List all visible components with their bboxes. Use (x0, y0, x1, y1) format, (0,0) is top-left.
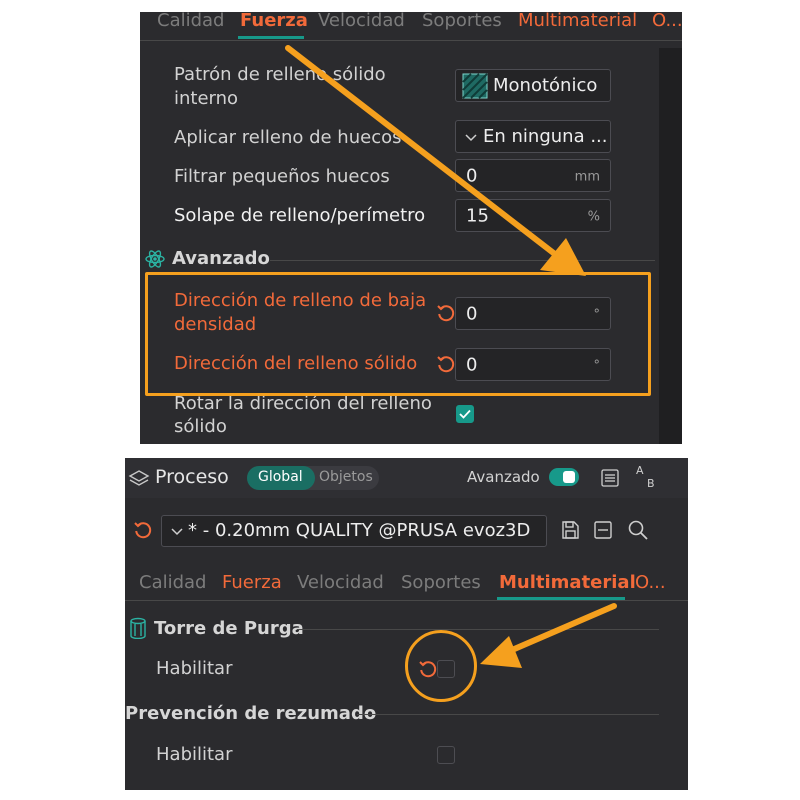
infill-wall-overlap-unit: % (587, 208, 600, 224)
tab-supports[interactable]: Soportes (401, 572, 481, 593)
reset-icon[interactable] (133, 520, 153, 540)
tabs-divider (125, 600, 688, 601)
tab-quality[interactable]: Calidad (157, 12, 224, 31)
tabs-divider (140, 40, 682, 41)
prime-tower-title: Torre de Purga (154, 618, 304, 639)
ooze-prevention-enable-label: Habilitar (156, 744, 233, 765)
ooze-prevention-divider (357, 714, 659, 715)
infill-wall-overlap-input[interactable]: 15 % (455, 199, 611, 232)
tab-speed[interactable]: Velocidad (318, 12, 405, 31)
process-title: Proceso (155, 466, 229, 488)
filter-small-gaps-value: 0 (466, 165, 478, 186)
process-panel: Proceso Global Objetos Avanzado A B * - … (125, 458, 688, 790)
search-icon[interactable] (627, 519, 649, 541)
apply-gap-fill-value: En ninguna ... (483, 126, 608, 147)
list-icon[interactable] (600, 468, 620, 488)
objects-toggle-label[interactable]: Objetos (319, 469, 373, 485)
preset-value: * - 0.20mm QUALITY @PRUSA evoz3D (188, 520, 531, 541)
ooze-prevention-enable-checkbox[interactable] (437, 746, 455, 764)
apply-gap-fill-select[interactable]: En ninguna ... (455, 120, 611, 153)
minimize-icon[interactable] (593, 520, 613, 540)
advanced-section-divider (270, 260, 655, 261)
infill-wall-overlap-value: 15 (466, 205, 489, 226)
compare-icon[interactable]: A B (633, 464, 659, 492)
prime-tower-icon (130, 617, 146, 639)
tab-more[interactable]: O... (652, 12, 682, 31)
global-toggle-label: Global (258, 469, 303, 485)
tab-multimaterial[interactable]: Multimaterial (518, 12, 637, 31)
atom-icon (145, 250, 165, 268)
scrollbar-track[interactable] (659, 48, 682, 444)
advanced-mode-switch[interactable] (549, 468, 579, 486)
filter-small-gaps-unit: mm (574, 168, 600, 184)
infill-wall-overlap-label: Solape de relleno/perímetro (174, 205, 426, 226)
tab-speed[interactable]: Velocidad (297, 572, 384, 593)
internal-solid-pattern-label: Patrón de relleno sólido (174, 64, 386, 85)
switch-knob (563, 471, 575, 483)
highlight-circle (405, 630, 477, 702)
save-icon[interactable] (560, 520, 580, 540)
prime-tower-divider (297, 629, 659, 630)
internal-solid-pattern-label-line2: interno (174, 88, 239, 109)
advanced-mode-label: Avanzado (467, 468, 540, 486)
checkmark-icon (459, 409, 471, 419)
tab-multimaterial[interactable]: Multimaterial (499, 572, 636, 593)
filter-small-gaps-input[interactable]: 0 mm (455, 159, 611, 192)
filter-small-gaps-label: Filtrar pequeños huecos (174, 166, 390, 187)
prime-tower-enable-label: Habilitar (156, 658, 233, 679)
rotate-solid-infill-checkbox[interactable] (456, 405, 474, 423)
active-tab-underline (238, 36, 304, 39)
compare-icon-b: B (647, 477, 655, 490)
ooze-prevention-title: Prevención de rezumado (125, 703, 377, 724)
tab-strength[interactable]: Fuerza (240, 12, 308, 31)
scope-toggle[interactable]: Global Objetos (247, 466, 379, 490)
rotate-solid-infill-label: Rotar la dirección del relleno (174, 393, 432, 414)
tab-strength[interactable]: Fuerza (222, 572, 282, 593)
compare-icon-a: A (636, 464, 644, 477)
monotonic-pattern-icon (462, 73, 488, 99)
tab-supports[interactable]: Soportes (422, 12, 502, 31)
rotate-solid-infill-label-line2: sólido (174, 416, 227, 437)
internal-solid-pattern-value: Monotónico (493, 75, 598, 96)
tab-quality[interactable]: Calidad (139, 572, 206, 593)
tab-more[interactable]: O... (635, 572, 666, 593)
chevron-down-icon (465, 134, 477, 142)
preset-select[interactable]: * - 0.20mm QUALITY @PRUSA evoz3D (161, 515, 547, 547)
internal-solid-pattern-select[interactable]: Monotónico (455, 69, 611, 102)
advanced-section-title: Avanzado (172, 248, 270, 269)
highlight-box (145, 272, 651, 396)
layers-icon (128, 470, 150, 486)
apply-gap-fill-label: Aplicar relleno de huecos (174, 127, 402, 148)
chevron-down-icon (171, 528, 183, 536)
